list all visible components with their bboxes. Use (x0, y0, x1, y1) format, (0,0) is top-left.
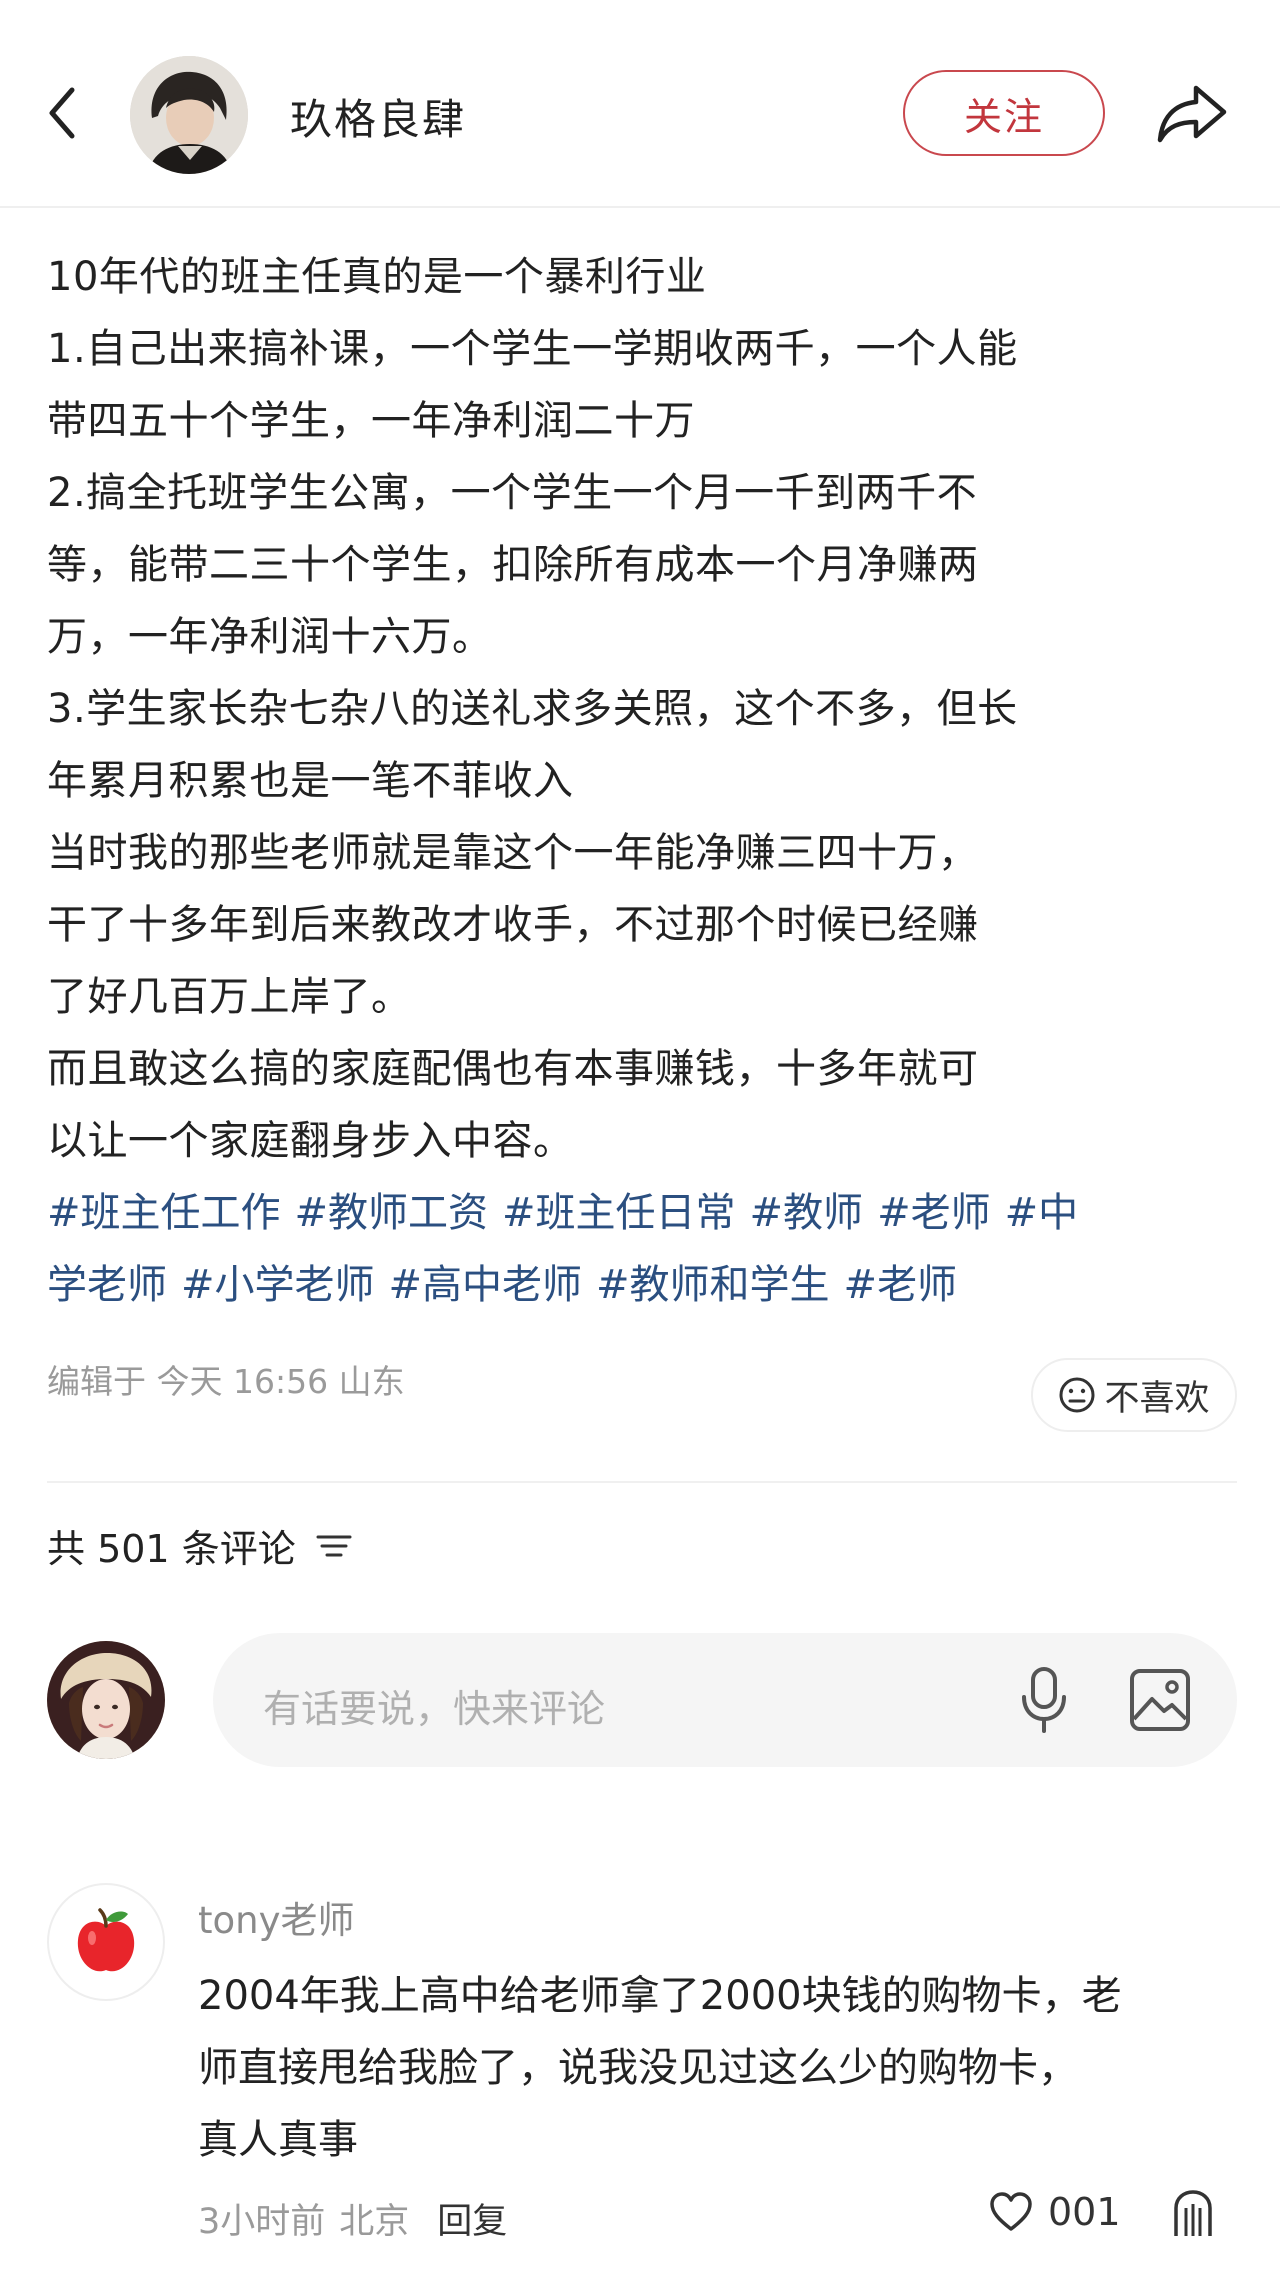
comment-count-label: 共 501 条评论 (47, 1527, 296, 1571)
comment-text: 2004年我上高中给老师拿了2000块钱的购物卡，老 师直接甩给我脸了，说我没见… (198, 1960, 1238, 2176)
post-line: 年累月积累也是一笔不菲收入 (47, 758, 574, 804)
microphone-icon[interactable] (1018, 1665, 1070, 1735)
hashtag-link[interactable]: #老师 (844, 1262, 958, 1308)
hashtag-link[interactable]: #中 (1005, 1190, 1079, 1236)
comment-input-placeholder: 有话要说，快来评论 (263, 1687, 606, 1731)
hashtag-line: #班主任工作 #教师工资 #班主任日常 #教师 #老师 #中 (47, 1177, 1237, 1249)
hashtag-link[interactable]: #老师 (877, 1190, 991, 1236)
header-divider (0, 206, 1280, 208)
post-line: 当时我的那些老师就是靠这个一年能净赚三四十万， (47, 830, 979, 876)
top-bar: 玖格良肆 关注 (0, 0, 1280, 208)
current-user-avatar-image (47, 1641, 165, 1759)
hashtag-line: 学老师 #小学老师 #高中老师 #教师和学生 #老师 (47, 1249, 1237, 1321)
hashtag-link[interactable]: #教师和学生 (596, 1262, 830, 1308)
comment-location: 北京 (339, 2202, 410, 2242)
comment-username[interactable]: tony老师 (198, 1890, 355, 1944)
post-line: 干了十多年到后来教改才收手，不过那个时候已经赚 (47, 902, 979, 948)
more-options-icon (1174, 2190, 1212, 2236)
dislike-label: 不喜欢 (1104, 1378, 1210, 1419)
hashtag-link[interactable]: #班主任日常 (502, 1190, 736, 1236)
hashtag-link[interactable]: #班主任工作 (47, 1190, 281, 1236)
heart-icon (990, 2192, 1032, 2231)
like-button[interactable]: 001 (988, 2190, 1121, 2234)
author-avatar[interactable] (130, 56, 248, 174)
post-line: 了好几百万上岸了。 (47, 974, 412, 1020)
sort-filter-icon[interactable] (314, 1529, 354, 1563)
hashtag-link[interactable]: #小学老师 (181, 1262, 375, 1308)
neutral-face-icon (1059, 1377, 1095, 1413)
comment-meta: 3小时前 北京 回复 (198, 2193, 507, 2244)
share-button[interactable] (1152, 78, 1232, 148)
post-line: 1.自己出来搞补课，一个学生一学期收两千，一个人能 (47, 326, 1018, 372)
hashtag-link[interactable]: #高中老师 (389, 1262, 583, 1308)
comment-input[interactable]: 有话要说，快来评论 (213, 1633, 1237, 1767)
hashtag-link[interactable]: #教师 (750, 1190, 864, 1236)
apple-icon (77, 1908, 135, 1972)
post-body: 10年代的班主任真的是一个暴利行业 1.自己出来搞补课，一个学生一学期收两千，一… (47, 241, 1237, 1321)
hashtag-link[interactable]: 学老师 (47, 1262, 167, 1308)
comment-line: 师直接甩给我脸了，说我没见过这么少的购物卡， (198, 2045, 1078, 2091)
post-meta: 编辑于 今天 16:56 山东 (47, 1362, 405, 1401)
author-name[interactable]: 玖格良肆 (290, 86, 466, 147)
comment-avatar[interactable] (47, 1883, 165, 2001)
image-picker-icon[interactable] (1128, 1667, 1192, 1733)
author-avatar-image (130, 56, 248, 174)
comment-more-button[interactable] (1168, 2186, 1218, 2246)
current-user-avatar (47, 1641, 165, 1759)
post-line: 以让一个家庭翻身步入中容。 (47, 1118, 574, 1164)
share-arrow-icon (1157, 85, 1227, 143)
follow-button[interactable]: 关注 (903, 70, 1105, 156)
comment-count-header: 共 501 条评论 (47, 1518, 354, 1573)
reply-button[interactable]: 回复 (437, 2193, 507, 2244)
post-line: 10年代的班主任真的是一个暴利行业 (47, 254, 707, 300)
post-line: 而且敢这么搞的家庭配偶也有本事赚钱，十多年就可 (47, 1046, 979, 1092)
dislike-button[interactable]: 不喜欢 (1031, 1358, 1237, 1432)
hashtag-list: #班主任工作 #教师工资 #班主任日常 #教师 #老师 #中 学老师 #小学老师 #高中老师 #… (47, 1177, 1237, 1321)
comment-time: 3小时前 (198, 2202, 326, 2242)
back-button[interactable] (40, 78, 90, 148)
post-line: 等，能带二三十个学生，扣除所有成本一个月净赚两 (47, 542, 979, 588)
comment-line: 真人真事 (198, 2117, 358, 2163)
hashtag-link[interactable]: #教师工资 (295, 1190, 489, 1236)
back-arrow-icon (49, 87, 75, 139)
post-line: 2.搞全托班学生公寓，一个学生一个月一千到两千不 (47, 470, 978, 516)
post-line: 万，一年净利润十六万。 (47, 614, 493, 660)
comment-line: 2004年我上高中给老师拿了2000块钱的购物卡，老 (198, 1973, 1122, 2019)
section-divider (47, 1481, 1237, 1483)
post-line: 3.学生家长杂七杂八的送礼求多关照，这个不多，但长 (47, 686, 1018, 732)
like-count: 001 (1048, 2190, 1121, 2234)
post-line: 带四五十个学生，一年净利润二十万 (47, 398, 695, 444)
